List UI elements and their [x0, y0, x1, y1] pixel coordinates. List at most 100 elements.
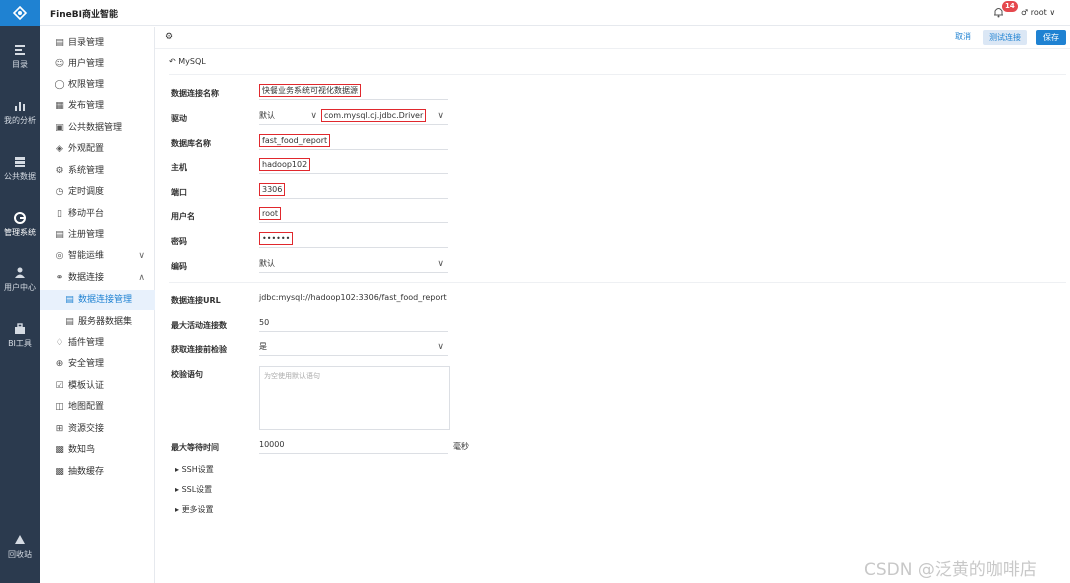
- nav-item-map[interactable]: ◫ 地图配置: [40, 397, 155, 417]
- port-field[interactable]: 3306: [259, 183, 448, 199]
- rail-item-analysis[interactable]: 我的分析: [0, 99, 40, 126]
- rail-item-bi-tool[interactable]: BI工具: [0, 322, 40, 349]
- max-active-field[interactable]: 50: [259, 316, 448, 332]
- divider: [169, 282, 1066, 283]
- chevron-down-icon: ∨: [437, 259, 444, 269]
- max-active-value: 50: [259, 318, 270, 327]
- sql-label: 校验语句: [171, 370, 203, 379]
- rail-item-user-center[interactable]: 用户中心: [0, 266, 40, 293]
- ssh-settings-toggle[interactable]: ▸ SSH设置: [175, 464, 214, 475]
- encoding-select[interactable]: 默认 ∨: [259, 257, 448, 273]
- ops-icon: ◎: [55, 251, 64, 261]
- permission-icon: ◯: [54, 80, 65, 90]
- driver-class-select[interactable]: com.mysql.cj.jdbc.Driver ∨: [321, 109, 448, 125]
- bird-icon: ▩: [55, 445, 64, 455]
- nav-item-mobile[interactable]: ▯ 移动平台: [40, 204, 155, 224]
- chevron-down-icon: ∨: [138, 251, 145, 261]
- nav-item-appearance[interactable]: ◈ 外观配置: [40, 139, 155, 159]
- divider: [169, 74, 1066, 75]
- user-menu[interactable]: ♂︎ root ∨: [1021, 8, 1055, 17]
- nav-item-server-dataset[interactable]: ▤ 服务器数据集: [40, 312, 155, 332]
- rail-item-public-data[interactable]: 公共数据: [0, 155, 40, 182]
- host-field[interactable]: hadoop102: [259, 158, 448, 174]
- url-value: jdbc:mysql://hadoop102:3306/fast_food_re…: [259, 293, 447, 302]
- nav-item-register[interactable]: ▤ 注册管理: [40, 225, 155, 245]
- chevron-up-icon: ∧: [138, 273, 145, 283]
- admin-system-icon: [14, 212, 26, 224]
- nav-item-bird[interactable]: ▩ 数知鸟: [40, 440, 155, 460]
- caret-right-icon: ▸: [175, 505, 180, 514]
- nav-label: 数据连接: [68, 273, 105, 283]
- nav-item-publish[interactable]: ▦ 发布管理: [40, 96, 155, 116]
- rail-item-catalog[interactable]: 目录: [0, 43, 40, 70]
- user-field[interactable]: root: [259, 207, 448, 223]
- more-label: 更多设置: [181, 505, 214, 514]
- app-rail: 目录 我的分析 公共数据 管理系统 用户中心 BI工具 回收站: [0, 0, 40, 583]
- nav-item-schedule[interactable]: ◷ 定时调度: [40, 182, 155, 202]
- driver-type-select[interactable]: 默认 ∨: [259, 109, 321, 125]
- map-icon: ◫: [55, 402, 64, 412]
- connection-manage-icon: ▤: [65, 295, 74, 305]
- security-icon: ⊕: [55, 359, 64, 369]
- nav-label: 用户管理: [68, 59, 105, 69]
- nav-item-permission[interactable]: ◯ 权限管理: [40, 75, 155, 95]
- nav-item-catalog[interactable]: ▤ 目录管理: [40, 33, 155, 53]
- url-field[interactable]: jdbc:mysql://hadoop102:3306/fast_food_re…: [259, 291, 448, 307]
- port-label: 端口: [171, 188, 187, 197]
- app-title: FineBI商业智能: [50, 10, 118, 20]
- rail-item-recycle-bin[interactable]: 回收站: [0, 533, 40, 560]
- nav-item-public-data[interactable]: ▣ 公共数据管理: [40, 118, 155, 138]
- encoding-label: 编码: [171, 262, 187, 271]
- nav-label: 服务器数据集: [78, 317, 133, 327]
- publish-icon: ▦: [55, 101, 64, 111]
- db-field[interactable]: fast_food_report: [259, 134, 448, 150]
- user-name: root: [1030, 8, 1047, 17]
- wait-unit: 毫秒: [453, 442, 469, 451]
- template-icon: ☑: [55, 381, 64, 391]
- nav-item-cache[interactable]: ▩ 抽数缓存: [40, 462, 155, 482]
- nav-item-connection-manage[interactable]: ▤ 数据连接管理: [40, 290, 155, 310]
- cancel-button[interactable]: 取消: [955, 31, 971, 42]
- user-icon: ☺: [54, 59, 65, 69]
- user-icon: ♂︎: [1021, 8, 1029, 17]
- chevron-down-icon: ∨: [437, 342, 444, 352]
- back-link[interactable]: ↶ MySQL: [169, 57, 206, 66]
- password-value: ••••••: [259, 232, 294, 245]
- nav-item-system[interactable]: ⚙ 系统管理: [40, 161, 155, 181]
- server-dataset-icon: ▤: [65, 317, 74, 327]
- nav-label: 模板认证: [68, 381, 105, 391]
- nav-item-user[interactable]: ☺ 用户管理: [40, 54, 155, 74]
- nav-item-data-connection[interactable]: ⚭ 数据连接 ∧: [40, 268, 155, 288]
- nav-item-plugin[interactable]: ♢ 插件管理: [40, 333, 155, 353]
- name-field[interactable]: 快餐业务系统可视化数据源: [259, 84, 448, 100]
- nav-label: 资源交接: [68, 424, 105, 434]
- ssh-label: SSH设置: [181, 465, 214, 474]
- ssl-label: SSL设置: [181, 485, 213, 494]
- nav-label: 系统管理: [68, 166, 105, 176]
- ssl-settings-toggle[interactable]: ▸ SSL设置: [175, 484, 212, 495]
- sql-textarea[interactable]: 为空使用默认语句: [259, 366, 450, 430]
- caret-right-icon: ▸: [175, 465, 180, 474]
- finebi-logo-icon[interactable]: [0, 0, 40, 26]
- save-button[interactable]: 保存: [1036, 30, 1066, 45]
- more-settings-toggle[interactable]: ▸ 更多设置: [175, 504, 214, 515]
- check-select[interactable]: 是 ∨: [259, 340, 448, 356]
- driver-label: 驱动: [171, 114, 187, 123]
- test-connection-button[interactable]: 测试连接: [983, 30, 1027, 45]
- nav-label: 地图配置: [68, 402, 105, 412]
- nav-item-template[interactable]: ☑ 模板认证: [40, 376, 155, 396]
- chevron-down-icon: ∨: [437, 111, 444, 121]
- settings-gear-icon[interactable]: ⚙: [165, 32, 173, 42]
- nav-item-resource[interactable]: ⊞ 资源交接: [40, 419, 155, 439]
- nav-item-ops[interactable]: ◎ 智能运维 ∨: [40, 246, 155, 266]
- rail-item-admin-system[interactable]: 管理系统: [0, 211, 40, 238]
- mobile-icon: ▯: [57, 209, 62, 219]
- password-field[interactable]: ••••••: [259, 232, 448, 248]
- wait-field[interactable]: 10000: [259, 438, 448, 454]
- watermark: CSDN @泛黄的咖啡店: [864, 560, 1037, 580]
- nav-item-security[interactable]: ⊕ 安全管理: [40, 354, 155, 374]
- wait-label: 最大等待时间: [171, 443, 219, 452]
- system-icon: ⚙: [55, 166, 64, 176]
- name-label: 数据连接名称: [171, 89, 219, 98]
- name-value: 快餐业务系统可视化数据源: [259, 84, 361, 97]
